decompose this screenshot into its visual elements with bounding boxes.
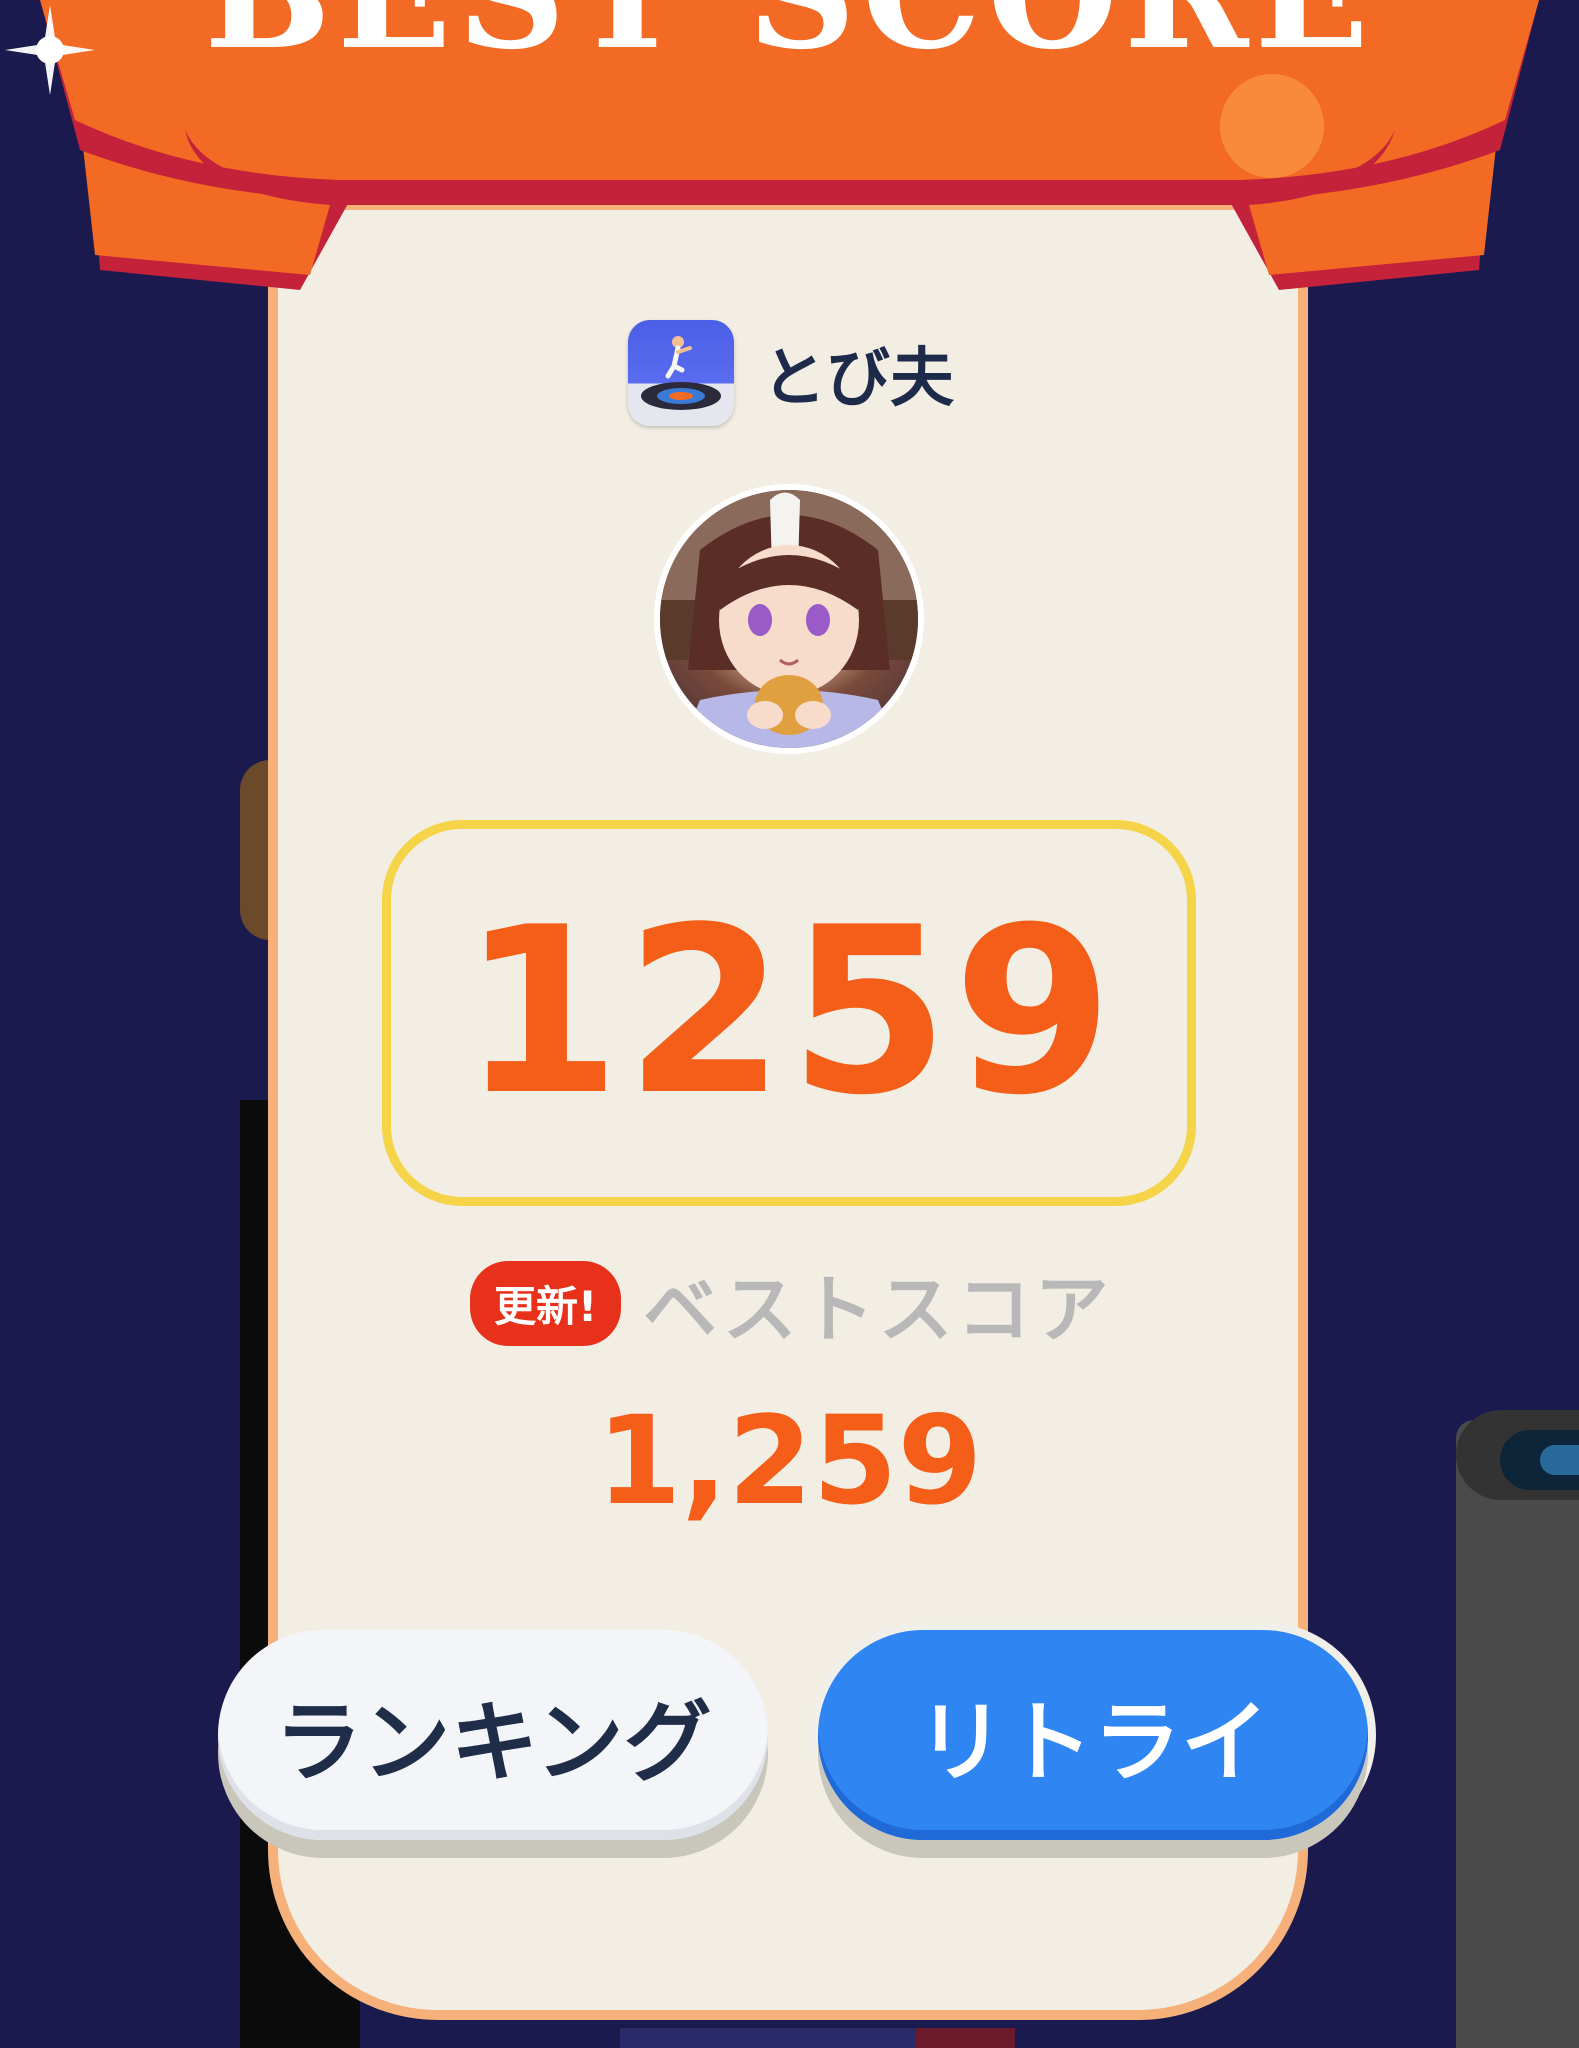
best-score-row: 更新! ベストスコア: [470, 1250, 1113, 1357]
current-score: 1259: [460, 879, 1118, 1146]
new-record-badge: 更新!: [470, 1261, 622, 1346]
ranking-button[interactable]: ランキング: [218, 1630, 768, 1840]
best-score-label: ベストスコア: [643, 1267, 1113, 1353]
avatar-image: [660, 490, 918, 748]
avatar: [654, 484, 924, 754]
app-icon: [628, 320, 734, 426]
best-score-value: 1,259: [596, 1390, 983, 1532]
player-row: とび夫: [628, 318, 954, 428]
best-score-banner: BEST SCORE: [0, 0, 1579, 320]
jumper-icon: [641, 336, 721, 410]
player-name: とび夫: [762, 342, 954, 416]
sparkle-icon: [5, 5, 95, 95]
retry-button[interactable]: リトライ: [818, 1630, 1368, 1840]
background-floor-accent: [915, 2028, 1015, 2048]
banner-title: BEST SCORE: [0, 0, 1579, 70]
score-box: 1259: [382, 820, 1196, 1206]
